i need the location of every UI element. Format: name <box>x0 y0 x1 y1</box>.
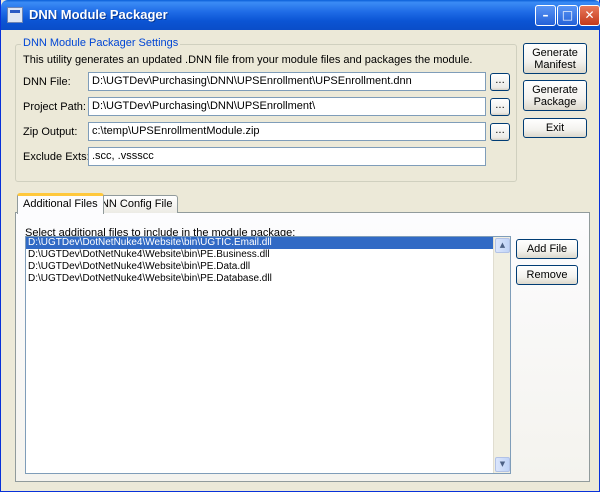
exit-button[interactable]: Exit <box>523 118 587 138</box>
exclude-exts-label: Exclude Exts: <box>23 151 90 163</box>
dnn-file-label: DNN File: <box>23 76 71 88</box>
project-path-input[interactable]: D:\UGTDev\Purchasing\DNN\UPSEnrollment\ <box>88 97 486 116</box>
settings-group-title: DNN Module Packager Settings <box>21 37 181 49</box>
exclude-exts-input[interactable]: .scc, .vssscc <box>88 147 486 166</box>
zip-output-input[interactable]: c:\temp\UPSEnrollmentModule.zip <box>88 122 486 141</box>
minimize-button[interactable]: – <box>535 5 556 26</box>
dnn-file-browse-button[interactable]: ... <box>490 73 510 91</box>
scroll-up-arrow-icon[interactable]: ▲ <box>495 238 510 253</box>
list-scrollbar[interactable]: ▲ ▼ <box>493 237 510 473</box>
list-item[interactable]: D:\UGTDev\DotNetNuke4\Website\bin\PE.Dat… <box>26 261 510 273</box>
list-item[interactable]: D:\UGTDev\DotNetNuke4\Website\bin\PE.Dat… <box>26 273 510 285</box>
list-item[interactable]: D:\UGTDev\DotNetNuke4\Website\bin\PE.Bus… <box>26 249 510 261</box>
maximize-button[interactable]: □ <box>557 5 578 26</box>
zip-output-browse-button[interactable]: ... <box>490 123 510 141</box>
dnn-file-input[interactable]: D:\UGTDev\Purchasing\DNN\UPSEnrollment\U… <box>88 72 486 91</box>
list-item[interactable]: D:\UGTDev\DotNetNuke4\Website\bin\UGTIC.… <box>26 237 510 249</box>
generate-package-button[interactable]: Generate Package <box>523 80 587 111</box>
project-path-browse-button[interactable]: ... <box>490 98 510 116</box>
app-window: DNN Module Packager – □ ✕ DNN Module Pac… <box>0 0 600 492</box>
description-text: This utility generates an updated .DNN f… <box>23 54 473 66</box>
scroll-down-arrow-icon[interactable]: ▼ <box>495 457 510 472</box>
close-button[interactable]: ✕ <box>579 5 600 26</box>
add-file-button[interactable]: Add File <box>516 239 578 259</box>
project-path-label: Project Path: <box>23 101 86 113</box>
window-title: DNN Module Packager <box>29 7 168 22</box>
additional-files-listbox[interactable]: D:\UGTDev\DotNetNuke4\Website\bin\UGTIC.… <box>25 236 511 474</box>
zip-output-label: Zip Output: <box>23 126 78 138</box>
tab-additional-files[interactable]: Additional Files <box>17 193 104 214</box>
generate-manifest-button[interactable]: Generate Manifest <box>523 43 587 74</box>
remove-button[interactable]: Remove <box>516 265 578 285</box>
title-bar[interactable]: DNN Module Packager – □ ✕ <box>1 0 600 30</box>
app-icon[interactable] <box>7 7 23 23</box>
